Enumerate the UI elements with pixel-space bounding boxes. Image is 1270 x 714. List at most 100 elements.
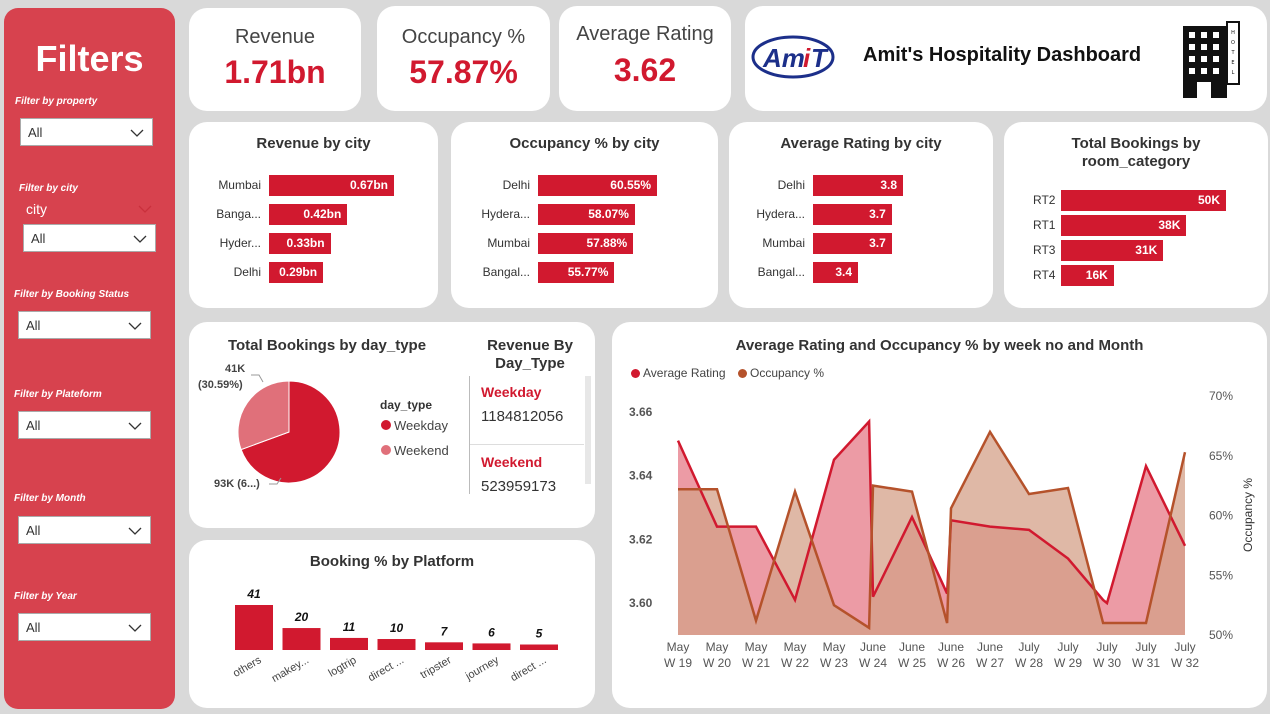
bar[interactable]: 3.7 (813, 233, 892, 254)
platform-category-label: journey (463, 654, 502, 683)
month-dropdown[interactable]: All (18, 516, 151, 544)
platform-category-label: direct ... (366, 654, 406, 684)
x-month-label: May (745, 640, 768, 654)
bar[interactable]: 58.07% (538, 204, 635, 225)
property-dropdown[interactable]: All (20, 118, 153, 146)
filters-panel: Filters Filter by property All Filter by… (4, 8, 175, 709)
platform-value-label: 6 (488, 625, 495, 639)
platform-bar[interactable] (330, 637, 368, 650)
bar[interactable]: 0.29bn (269, 262, 324, 283)
rating-by-city-title: Average Rating by city (780, 135, 942, 152)
platform-bar[interactable] (282, 628, 321, 650)
platform-category-label: makey... (270, 654, 311, 685)
x-month-label: July (1057, 640, 1078, 654)
platform-value-label: 11 (343, 620, 356, 634)
x-month-label: May (823, 640, 846, 654)
scrollbar[interactable] (585, 376, 591, 484)
y-right-tick: 60% (1209, 509, 1233, 523)
y-right-tick: 55% (1209, 568, 1233, 582)
x-week-label: W 20 (703, 656, 731, 670)
property-dropdown-value: All (28, 125, 43, 140)
bar[interactable]: 3.7 (813, 204, 892, 225)
x-week-label: W 29 (1054, 656, 1082, 670)
bar[interactable]: 31K (1061, 240, 1164, 261)
platform-bar[interactable] (377, 639, 416, 650)
day-type-pie (237, 380, 341, 484)
revenue-weekday-value: 1184812056 (481, 408, 564, 425)
platform-bar[interactable] (520, 644, 558, 650)
platform-category-label: logtrip (327, 654, 359, 679)
pie-legend-title: day_type (380, 398, 433, 412)
bar[interactable]: 57.88% (538, 233, 634, 254)
filter-booking-status-label: Filter by Booking Status (14, 289, 130, 300)
bar-category-label: Mumbai (762, 236, 805, 250)
bar[interactable]: 3.8 (813, 175, 903, 196)
bar-category-label: Bangal... (757, 265, 805, 279)
booking-status-dropdown-value: All (26, 318, 41, 333)
kpi-occupancy-value: 57.87% (409, 54, 518, 90)
x-week-label: W 30 (1093, 656, 1121, 670)
chevron-down-icon[interactable] (138, 205, 152, 213)
revenue-weekend-label: Weekend (481, 454, 543, 470)
x-week-label: W 24 (859, 656, 887, 670)
chevron-down-icon (130, 129, 144, 137)
bar-category-label: Mumbai (487, 236, 530, 250)
filter-property-label: Filter by property (15, 96, 98, 107)
platform-value-label: 5 (536, 627, 543, 641)
chevron-down-icon (128, 322, 142, 330)
kpi-rating-title: Average Rating (576, 23, 714, 45)
revenue-day-type-title-2: Day_Type (495, 355, 565, 372)
revenue-by-city-title: Revenue by city (256, 135, 371, 152)
year-dropdown-value: All (26, 620, 41, 635)
month-dropdown-value: All (26, 523, 41, 538)
bar[interactable]: 0.33bn (269, 233, 331, 254)
x-month-label: May (706, 640, 729, 654)
bar-category-label: Hydera... (481, 207, 530, 221)
platform-bar[interactable] (235, 605, 273, 650)
kpi-rating-card: Average Rating 3.62 (559, 6, 731, 111)
kpi-occupancy-card: Occupancy % 57.87% (377, 6, 550, 111)
pie-leader-line (251, 374, 264, 383)
year-dropdown[interactable]: All (18, 613, 151, 641)
pie-leader-line (269, 477, 282, 485)
bookings-by-room-title-1: Total Bookings by (1071, 135, 1201, 152)
platform-value-label: 41 (246, 587, 261, 601)
svg-text:T: T (811, 43, 829, 73)
bar[interactable]: 0.42bn (269, 204, 348, 225)
bar[interactable]: 38K (1061, 215, 1187, 236)
occupancy-by-city-title: Occupancy % by city (509, 135, 660, 152)
platform-bar[interactable] (472, 643, 511, 650)
bar[interactable]: 16K (1061, 265, 1114, 286)
y-right-axis-label: Occupancy % (1241, 478, 1255, 552)
bar-category-label: Hydera... (756, 207, 805, 221)
amit-logo: Am i T (751, 35, 835, 79)
occupancy-by-city-card: Occupancy % by city Delhi 60.55% Hydera...… (451, 122, 718, 308)
kpi-revenue-card: Revenue 1.71bn (189, 8, 361, 111)
platform-category-label: direct ... (509, 654, 549, 684)
day-type-card: Total Bookings by day_type 41K (30.59%) … (189, 322, 595, 528)
revenue-day-type-table: Weekday 1184812056 Weekend 523959173 (469, 376, 591, 495)
bookings-by-room-card: Total Bookings by room_category RT2 50K RT… (1004, 122, 1268, 308)
x-month-label: May (784, 640, 807, 654)
bar[interactable]: 50K (1061, 190, 1226, 211)
y-right-tick: 70% (1209, 389, 1233, 403)
y-left-tick: 3.66 (629, 405, 653, 419)
bar-category-label: Bangal... (482, 265, 530, 279)
y-left-tick: 3.60 (629, 596, 653, 610)
city-dropdown[interactable]: All (23, 224, 156, 252)
bar[interactable]: 60.55% (538, 175, 657, 196)
city-dropdown-value: All (31, 231, 46, 246)
bar-category-label: Delhi (777, 178, 805, 192)
booking-status-dropdown[interactable]: All (18, 311, 151, 339)
rating-by-city-card: Average Rating by city Delhi 3.8 Hydera...… (729, 122, 993, 308)
kpi-revenue-value: 1.71bn (224, 54, 326, 90)
header-card: Am i T Amit's Hospitality Dashboard H O … (745, 6, 1267, 111)
x-month-label: July (1174, 640, 1195, 654)
revenue-by-city-card: Revenue by city Mumbai 0.67bn Banga... 0.42… (189, 122, 438, 308)
revenue-day-type-title-1: Revenue By (487, 337, 573, 354)
platform-bar[interactable] (425, 642, 463, 650)
bar[interactable]: 3.4 (813, 262, 858, 283)
platform-dropdown[interactable]: All (18, 411, 151, 439)
bar[interactable]: 55.77% (538, 262, 615, 283)
bar[interactable]: 0.67bn (269, 175, 394, 196)
